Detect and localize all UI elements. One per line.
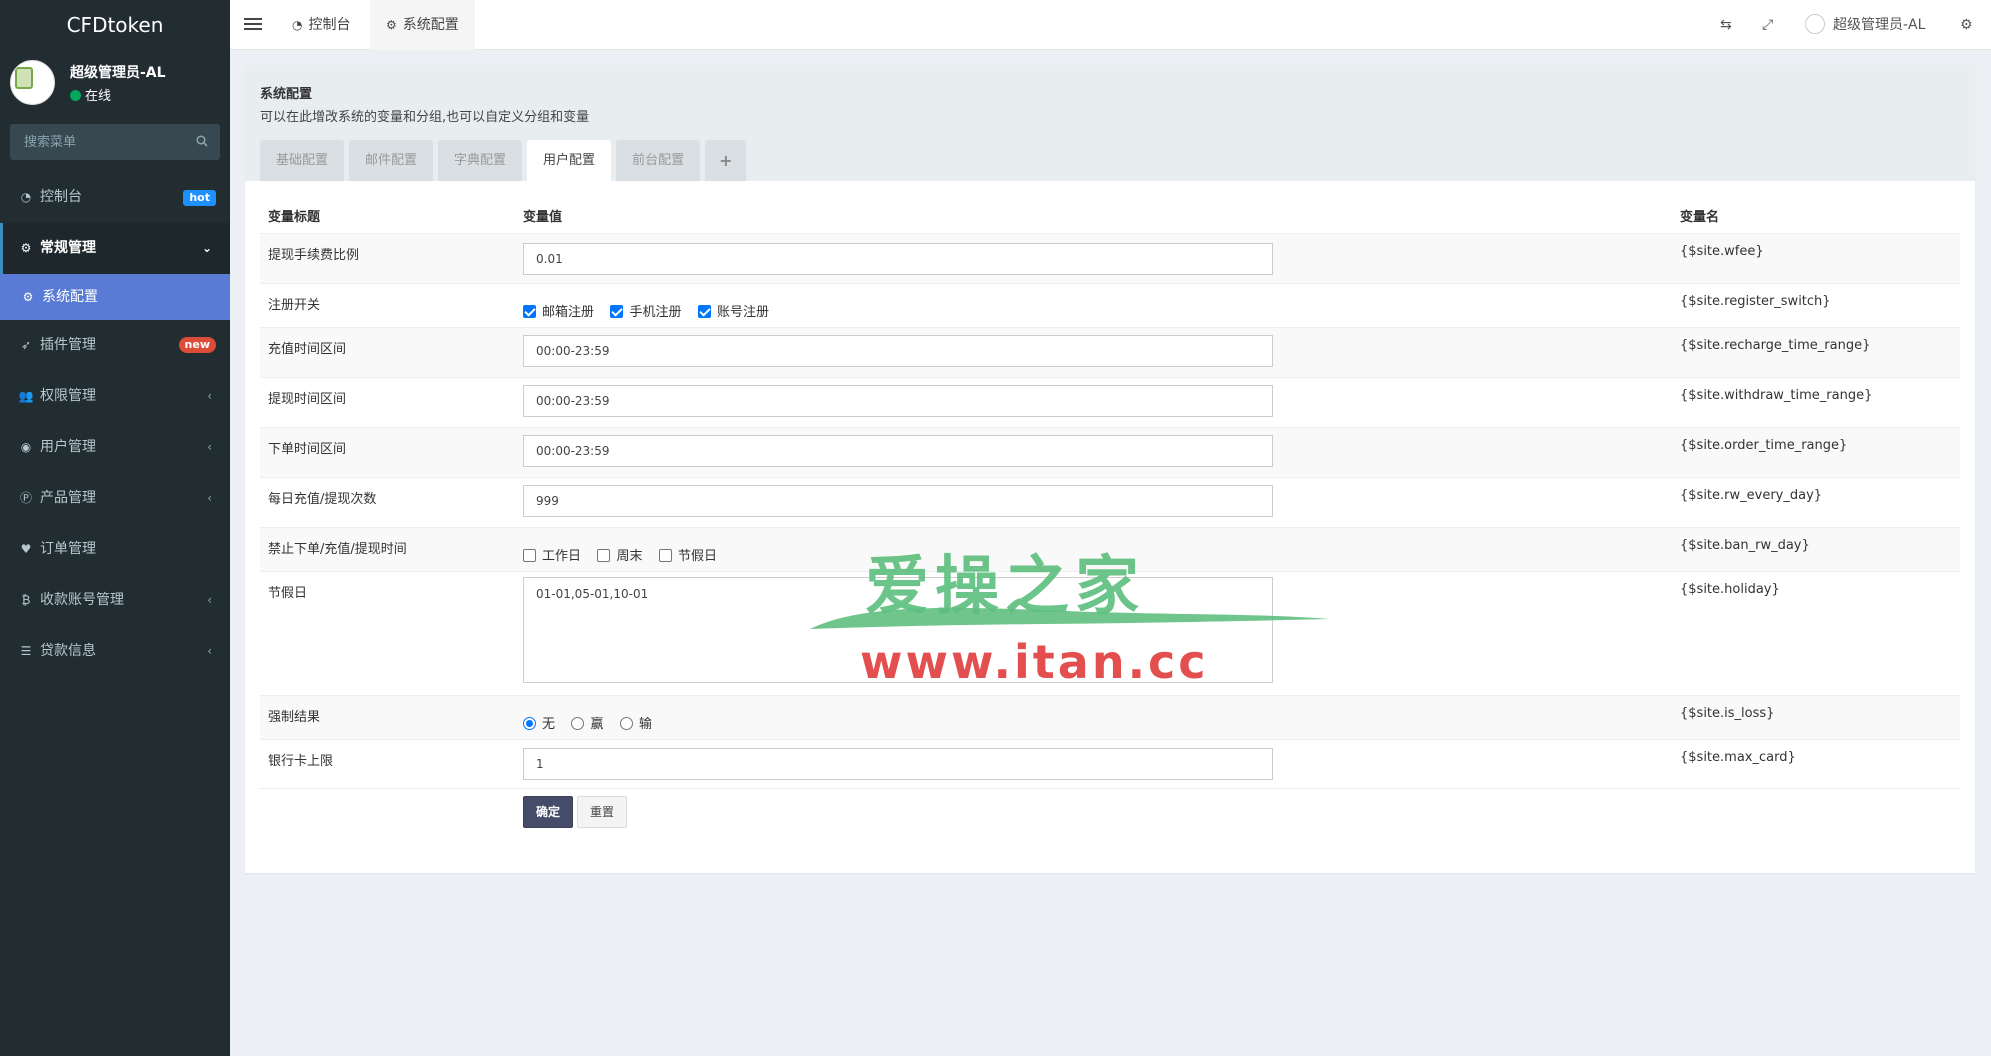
page-title: 系统配置: [260, 87, 313, 102]
top-header: ◔ 控制台 ⚙ 系统配置 ⇆ ⤢ 超级管理员-AL ⚙: [230, 0, 1991, 50]
sidebar-toggle-icon[interactable]: [244, 15, 262, 35]
table-row: 银行卡上限 {$site.max_card}: [260, 739, 1960, 789]
app-logo[interactable]: CFDtoken: [0, 0, 230, 50]
sidebar-user-name: 超级管理员-AL: [70, 65, 166, 81]
sidebar-item-users[interactable]: ◉ 用户管理 ‹: [0, 422, 230, 473]
config-tabs: 基础配置 邮件配置 字典配置 用户配置 前台配置 +: [260, 140, 751, 181]
tab-basic-config[interactable]: 基础配置: [260, 140, 345, 181]
menu-search-input[interactable]: [10, 124, 220, 160]
table-header-row: 变量标题 变量值 变量名: [268, 210, 1720, 225]
max-card-input[interactable]: [523, 748, 1273, 780]
sidebar-item-loans[interactable]: ☰ 贷款信息 ‹: [0, 626, 230, 677]
chevron-left-icon: ‹: [207, 440, 212, 454]
rw-every-day-input[interactable]: [523, 485, 1273, 517]
online-dot-icon: [70, 90, 81, 101]
dashboard-icon: ◔: [20, 190, 32, 204]
add-group-button[interactable]: +: [705, 140, 747, 181]
result-win-radio[interactable]: 赢: [571, 713, 603, 732]
gear-icon: ⚙: [22, 290, 34, 304]
submit-button[interactable]: 确定: [523, 796, 574, 828]
panel-header: 系统配置 可以在此增改系统的变量和分组,也可以自定义分组和变量 基础配置 邮件配…: [245, 65, 1975, 181]
weekend-checkbox[interactable]: 周末: [597, 545, 642, 564]
search-icon[interactable]: [196, 135, 208, 147]
table-row: 禁止下单/充值/提现时间 工作日 周末 节假日 {$site.ban_rw_da…: [260, 527, 1960, 571]
tab-mail-config[interactable]: 邮件配置: [349, 140, 434, 181]
user-status: 在线: [70, 85, 111, 104]
chevron-left-icon: ‹: [207, 389, 212, 403]
email-register-checkbox[interactable]: 邮箱注册: [523, 301, 594, 320]
users-icon: 👥: [18, 389, 34, 403]
tab-system-config[interactable]: ⚙ 系统配置: [370, 0, 475, 50]
tab-frontend-config[interactable]: 前台配置: [616, 140, 701, 181]
dashboard-icon: ◔: [292, 18, 303, 32]
config-panel: 系统配置 可以在此增改系统的变量和分组,也可以自定义分组和变量 基础配置 邮件配…: [245, 65, 1975, 873]
header-user[interactable]: 超级管理员-AL: [1805, 0, 1925, 50]
sidebar-item-orders[interactable]: ♥ 订单管理: [0, 524, 230, 575]
reset-button[interactable]: 重置: [577, 796, 628, 828]
chevron-left-icon: ‹: [207, 593, 212, 607]
settings-icon[interactable]: ⚙: [1960, 0, 1973, 50]
order-time-input[interactable]: [523, 435, 1273, 467]
fullscreen-icon[interactable]: ⤢: [1762, 0, 1773, 50]
result-none-radio[interactable]: 无: [523, 713, 555, 732]
hot-badge: hot: [183, 190, 216, 206]
sidebar-item-dashboard[interactable]: ◔ 控制台 hot: [0, 172, 230, 223]
page-description: 可以在此增改系统的变量和分组,也可以自定义分组和变量: [260, 110, 590, 125]
avatar: [10, 60, 55, 105]
user-circle-icon: ◉: [20, 440, 32, 454]
table-row: 下单时间区间 {$site.order_time_range}: [260, 427, 1960, 477]
sidebar-item-plugins[interactable]: ➶ 插件管理 new: [0, 320, 230, 371]
tab-dashboard[interactable]: ◔ 控制台: [276, 0, 366, 50]
header-avatar: [1805, 14, 1825, 34]
product-icon: Ⓟ: [19, 491, 32, 505]
chevron-left-icon: ‹: [207, 491, 212, 505]
recharge-time-input[interactable]: [523, 335, 1273, 367]
gear-icon: ⚙: [386, 18, 397, 32]
holiday-textarea[interactable]: 01-01,05-01,10-01: [523, 577, 1273, 683]
workday-checkbox[interactable]: 工作日: [523, 545, 581, 564]
sidebar-item-permissions[interactable]: 👥 权限管理 ‹: [0, 371, 230, 422]
sidebar-item-products[interactable]: Ⓟ 产品管理 ‹: [0, 473, 230, 524]
sidebar-item-system-config[interactable]: ⚙ 系统配置: [0, 274, 230, 320]
table-row: 充值时间区间 {$site.recharge_time_range}: [260, 327, 1960, 377]
withdraw-time-input[interactable]: [523, 385, 1273, 417]
account-register-checkbox[interactable]: 账号注册: [697, 301, 769, 320]
table-row: 提现时间区间 {$site.withdraw_time_range}: [260, 377, 1960, 427]
config-table: 变量标题 变量值 变量名 提现手续费比例 {$site.wfee} 注册开关 邮…: [260, 195, 1960, 849]
sidebar-item-general[interactable]: ⚙ 常规管理 ⌄: [0, 223, 230, 274]
chevron-left-icon: ‹: [207, 644, 212, 658]
result-lose-radio[interactable]: 输: [619, 713, 652, 732]
table-row: 节假日 01-01,05-01,10-01 {$site.holiday}: [260, 571, 1960, 695]
phone-register-checkbox[interactable]: 手机注册: [610, 301, 681, 320]
table-row: 注册开关 邮箱注册 手机注册 账号注册 {$site.register_swit…: [260, 283, 1960, 327]
user-panel: 超级管理员-AL 在线: [0, 50, 230, 120]
chevron-down-icon: ⌄: [201, 241, 212, 255]
table-row: 强制结果 无 赢 输 {$site.is_loss}: [260, 695, 1960, 739]
menu-search: [10, 124, 220, 160]
bitcoin-icon: ₿: [21, 593, 31, 607]
table-row: 提现手续费比例 {$site.wfee}: [260, 233, 1960, 283]
tab-dictionary-config[interactable]: 字典配置: [438, 140, 523, 181]
list-icon: ☰: [20, 644, 32, 658]
sidebar: CFDtoken 超级管理员-AL 在线 ◔控制台hot ⚙常规管理⌄ ⚙系统配…: [0, 0, 230, 1056]
translate-icon[interactable]: ⇆: [1720, 0, 1732, 50]
cogs-icon: ⚙: [20, 241, 32, 255]
table-row: 每日充值/提现次数 {$site.rw_every_day}: [260, 477, 1960, 527]
new-badge: new: [178, 337, 216, 353]
heartbeat-icon: ♥: [20, 542, 32, 556]
holiday-checkbox[interactable]: 节假日: [658, 545, 717, 564]
tab-user-config[interactable]: 用户配置: [527, 140, 612, 181]
sidebar-menu: ◔ 控制台 hot ⚙ 常规管理 ⌄ ⚙ 系统配置 ➶ 插件管理 new 👥 权限管理 ‹ ◉ 用户…: [0, 172, 230, 677]
form-actions: 确定 重置: [260, 789, 1960, 849]
sidebar-item-accounts[interactable]: ₿ 收款账号管理 ‹: [0, 575, 230, 626]
rocket-icon: ➶: [20, 338, 32, 352]
wfee-input[interactable]: [523, 243, 1273, 275]
